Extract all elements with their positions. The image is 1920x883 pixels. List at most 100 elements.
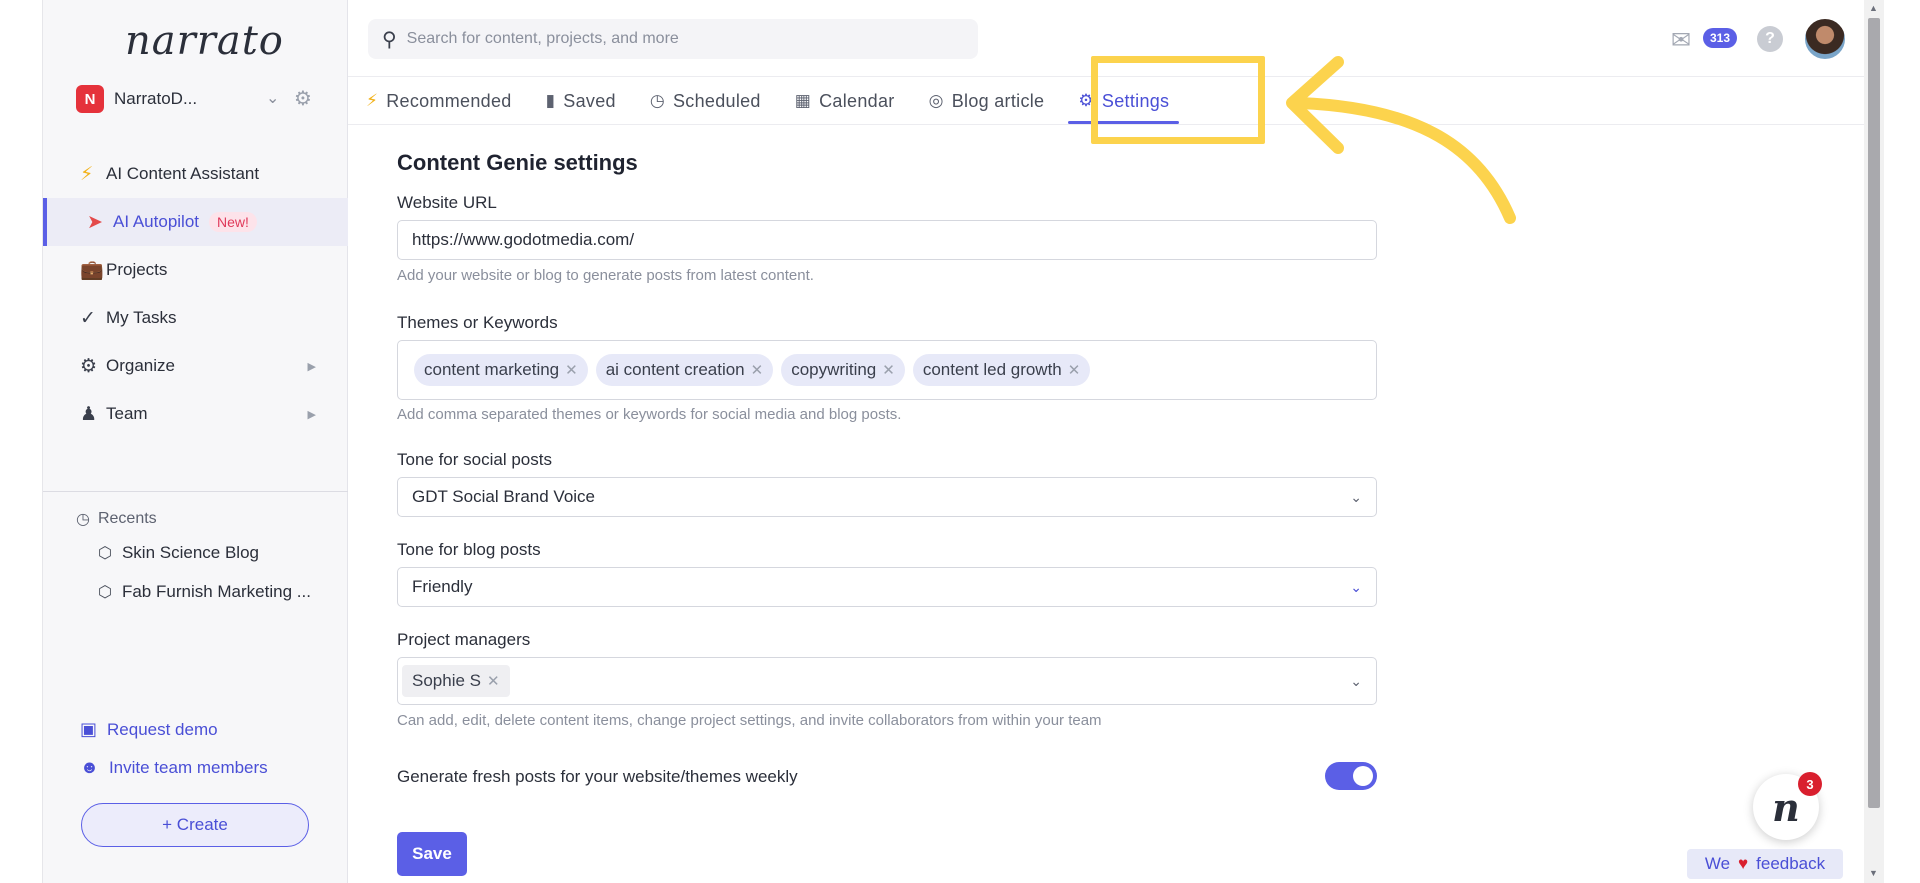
workspace-switcher[interactable]: N NarratoD... ⌄ ⚙ <box>76 84 326 114</box>
tab-recommended[interactable]: ⚡ Recommended <box>366 78 512 124</box>
mail-icon[interactable]: ✉ <box>1671 26 1691 55</box>
sidebar-item-label: My Tasks <box>106 308 177 327</box>
checkmark-icon: ✓ <box>80 307 96 329</box>
chip-label: content led growth <box>922 360 1062 379</box>
sidebar-item-team[interactable]: ♟ Team ▶ <box>43 390 348 438</box>
left-gutter <box>0 0 43 883</box>
sidebar-item-label: AI Content Assistant <box>106 164 260 183</box>
clock-icon: ◷ <box>649 91 665 110</box>
theme-chip[interactable]: content marketing ✕ <box>414 354 588 386</box>
workspace-name: NarratoD... <box>114 89 198 108</box>
remove-chip-icon[interactable]: ✕ <box>565 361 578 379</box>
scroll-up-icon[interactable]: ▲ <box>1869 3 1878 13</box>
chevron-down-icon[interactable]: ⌄ <box>266 88 279 108</box>
themes-field[interactable]: content marketing ✕ ai content creation ✕ … <box>397 340 1377 400</box>
sidebar-item-organize[interactable]: ⚙ Organize ▶ <box>43 342 348 390</box>
bookmark-icon: ▮ <box>545 91 556 110</box>
lightning-icon: ⚡ <box>366 91 379 110</box>
gear-icon[interactable]: ⚙ <box>294 86 312 111</box>
create-button[interactable]: + Create <box>81 803 309 847</box>
theme-chip[interactable]: content led growth ✕ <box>912 354 1091 386</box>
theme-chip[interactable]: copywriting ✕ <box>781 354 905 386</box>
tab-label: Blog article <box>951 90 1045 111</box>
tone-social-value: GDT Social Brand Voice <box>412 487 595 506</box>
save-button[interactable]: Save <box>397 832 467 876</box>
weekly-toggle-label: Generate fresh posts for your website/th… <box>397 767 798 786</box>
weekly-posts-toggle[interactable] <box>1325 762 1377 790</box>
page-scrollbar[interactable]: ▲ ▼ <box>1864 0 1884 883</box>
sidebar-item-label: AI Autopilot <box>113 212 200 231</box>
project-managers-label: Project managers <box>397 630 531 649</box>
search-bar[interactable]: ⚲ <box>368 19 978 59</box>
tab-calendar[interactable]: ▦ Calendar <box>795 78 895 124</box>
help-icon[interactable]: ? <box>1757 26 1783 52</box>
tone-blog-value: Friendly <box>412 577 473 596</box>
feedback-pre: We <box>1704 854 1731 873</box>
sidebar-nav: ⚡ AI Content Assistant ➤ AI Autopilot Ne… <box>43 150 348 438</box>
manager-chip[interactable]: Sophie S ✕ <box>402 665 510 697</box>
sidebar-item-label: Team <box>106 404 148 423</box>
chip-label: copywriting <box>791 360 877 379</box>
rocket-icon: ➤ <box>87 211 103 233</box>
briefcase-icon: 💼 <box>80 260 104 281</box>
theme-chip[interactable]: ai content creation ✕ <box>595 354 774 386</box>
themes-help: Add comma separated themes or keywords f… <box>397 406 902 423</box>
expand-arrow-icon[interactable]: ▶ <box>308 360 316 373</box>
workspace-badge: N <box>76 85 104 113</box>
invite-team-link[interactable]: ☻ Invite team members <box>80 757 268 778</box>
sidebar: narrato N NarratoD... ⌄ ⚙ ⚡ AI Content A… <box>43 0 348 883</box>
sidebar-item-ai-autopilot[interactable]: ➤ AI Autopilot New! <box>43 198 348 246</box>
avatar[interactable] <box>1803 17 1847 61</box>
project-managers-help: Can add, edit, delete content items, cha… <box>397 712 1102 729</box>
themes-label: Themes or Keywords <box>397 313 558 332</box>
website-url-value: https://www.godotmedia.com/ <box>412 230 635 249</box>
recents-title: Recents <box>97 510 157 527</box>
tab-label: Recommended <box>386 90 512 111</box>
tab-saved[interactable]: ▮ Saved <box>546 78 616 124</box>
tab-scheduled[interactable]: ◷ Scheduled <box>650 78 761 124</box>
curved-arrow-icon <box>1286 56 1516 224</box>
feedback-post: feedback <box>1756 854 1826 873</box>
rss-icon: ◎ <box>928 91 944 110</box>
scroll-down-icon[interactable]: ▼ <box>1869 868 1878 878</box>
website-url-label: Website URL <box>397 193 497 212</box>
chevron-down-icon: ⌄ <box>1350 488 1362 505</box>
remove-chip-icon[interactable]: ✕ <box>751 361 764 379</box>
add-user-icon: ☻ <box>80 757 99 777</box>
lightning-icon: ⚡ <box>80 163 94 185</box>
sidebar-item-my-tasks[interactable]: ✓ My Tasks <box>43 294 348 342</box>
request-demo-label: Request demo <box>107 719 218 739</box>
tab-label: Saved <box>563 90 616 111</box>
tone-blog-label: Tone for blog posts <box>397 540 541 559</box>
page-title: Content Genie settings <box>397 150 638 175</box>
tab-label: Calendar <box>819 90 895 111</box>
remove-chip-icon[interactable]: ✕ <box>882 361 895 379</box>
sidebar-item-label: Organize <box>106 356 175 375</box>
search-input[interactable] <box>406 30 947 48</box>
sidebar-item-projects[interactable]: 💼 Projects <box>43 246 348 294</box>
chat-notification-badge: 3 <box>1798 772 1822 796</box>
website-url-field[interactable]: https://www.godotmedia.com/ <box>397 220 1377 260</box>
search-icon: ⚲ <box>382 28 397 51</box>
recent-item-fab-furnish[interactable]: ⬡ Fab Furnish Marketing ... <box>98 582 311 602</box>
project-managers-select[interactable]: Sophie S ✕ ⌄ <box>397 657 1377 705</box>
chevron-down-icon: ⌄ <box>1350 672 1362 689</box>
website-url-help: Add your website or blog to generate pos… <box>397 267 814 284</box>
narrato-logo[interactable]: narrato <box>125 18 284 64</box>
scroll-thumb[interactable] <box>1868 18 1880 808</box>
feedback-button[interactable]: We ♥ feedback <box>1687 849 1843 879</box>
cube-icon: ⬡ <box>98 584 112 601</box>
expand-arrow-icon[interactable]: ▶ <box>308 408 316 421</box>
tone-social-select[interactable]: GDT Social Brand Voice ⌄ <box>397 477 1377 517</box>
chip-label: ai content creation <box>605 360 745 379</box>
heart-icon: ♥ <box>1738 854 1749 873</box>
tab-blog-article[interactable]: ◎ Blog article <box>929 78 1045 124</box>
tone-blog-select[interactable]: Friendly ⌄ <box>397 567 1377 607</box>
content-tabs: ⚡ Recommended ▮ Saved ◷ Scheduled ▦ Cale… <box>366 78 1203 124</box>
recent-item-skin-science-blog[interactable]: ⬡ Skin Science Blog <box>98 543 259 563</box>
tab-label: Scheduled <box>672 90 761 111</box>
remove-chip-icon[interactable]: ✕ <box>1068 361 1081 379</box>
sidebar-item-ai-content-assistant[interactable]: ⚡ AI Content Assistant <box>43 150 348 198</box>
remove-chip-icon[interactable]: ✕ <box>487 672 500 690</box>
request-demo-link[interactable]: ▣ Request demo <box>80 719 218 740</box>
